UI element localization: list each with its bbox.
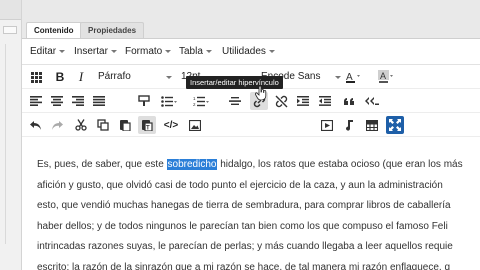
menu-formato[interactable]: Formato (125, 46, 172, 57)
rich-text-editor: Editar Insertar Formato Tabla Utilidades… (22, 38, 480, 270)
code-icon[interactable]: </> (162, 116, 180, 134)
menu-insertar-label: Insertar (74, 46, 108, 57)
svg-text:2: 2 (193, 102, 196, 107)
menu-tabla-label: Tabla (179, 46, 203, 57)
cut-icon[interactable] (72, 116, 90, 134)
chevron-down-icon (335, 76, 341, 79)
svg-text:A: A (380, 71, 386, 81)
tab-contenido[interactable]: Contenido (26, 22, 82, 38)
text-run: hidalgo, los ratos que estaba ocioso (qu… (217, 159, 463, 170)
content-line: intrincadas razones suyas, le parecían d… (37, 241, 453, 252)
bullet-list-icon[interactable] (160, 92, 178, 110)
indent-icon[interactable] (294, 92, 312, 110)
content-line: Es, pues, de saber, que este sobredicho … (37, 155, 480, 176)
highlight-color-icon[interactable]: A (377, 68, 395, 86)
align-left-icon[interactable] (27, 92, 45, 110)
chevron-down-icon (165, 49, 172, 53)
content-line: escrito: la razón de la sinrazón que a m… (37, 261, 451, 270)
paste-icon[interactable] (116, 116, 134, 134)
left-panel-header (0, 0, 21, 20)
chevron-down-icon (205, 49, 212, 53)
align-justify-icon[interactable] (90, 92, 108, 110)
menu-tabla[interactable]: Tabla (179, 46, 212, 57)
media-icon[interactable] (318, 116, 336, 134)
content-line: esto, que vendió muchas hanegas de tierr… (37, 200, 451, 211)
menu-utilidades[interactable]: Utilidades (222, 46, 275, 57)
image-icon[interactable] (186, 116, 204, 134)
music-icon[interactable] (340, 116, 358, 134)
toolbar-row-insert: T </> (22, 113, 480, 137)
numbered-list-icon[interactable]: 12 (192, 92, 210, 110)
editor-content-area[interactable]: Es, pues, de saber, que este sobredicho … (37, 155, 480, 270)
content-line: haber dellos; y de todos ningunos le par… (37, 220, 448, 232)
table-icon[interactable] (363, 116, 381, 134)
left-panel-strip (0, 0, 22, 270)
chevron-down-icon (110, 49, 117, 53)
svg-text:1: 1 (193, 96, 196, 101)
paragraph-format-value: Párrafo (98, 71, 131, 82)
tab-bar: Contenido Propiedades (22, 20, 480, 38)
italic-icon[interactable]: I (72, 68, 90, 86)
tab-propiedades[interactable]: Propiedades (80, 22, 145, 38)
align-right-icon[interactable] (69, 92, 87, 110)
fullscreen-icon[interactable] (386, 116, 404, 134)
outdent-icon[interactable] (316, 92, 334, 110)
content-line: afición y gusto, que olvidó casi de todo… (37, 179, 443, 191)
undo-icon[interactable] (27, 116, 45, 134)
chevron-down-icon (268, 49, 275, 53)
menu-formato-label: Formato (125, 46, 163, 57)
format-painter-icon[interactable] (135, 92, 153, 110)
align-center-icon[interactable] (48, 92, 66, 110)
svg-text:T: T (146, 126, 150, 132)
text-run: Es, pues, de saber, que este (37, 159, 167, 170)
paragraph-format-dropdown[interactable]: Párrafo (98, 71, 173, 82)
link-tooltip: Insertar/editar hipervínculo (186, 76, 283, 89)
copy-icon[interactable] (94, 116, 112, 134)
paste-text-icon[interactable]: T (138, 116, 156, 134)
chevron-down-icon (166, 76, 172, 79)
chevron-down-icon (59, 49, 66, 53)
left-panel-control[interactable] (3, 26, 17, 34)
editor-menubar: Editar Insertar Formato Tabla Utilidades (22, 39, 480, 65)
quote-icon[interactable] (363, 92, 381, 110)
redo-icon[interactable] (48, 116, 66, 134)
horizontal-rule-icon[interactable] (226, 92, 244, 110)
text-color-icon[interactable]: A (344, 68, 362, 86)
menu-utilidades-label: Utilidades (222, 46, 266, 57)
menu-editar-label: Editar (30, 46, 57, 57)
hand-cursor-icon (254, 85, 267, 101)
unlink-icon[interactable] (272, 92, 290, 110)
source-grid-icon[interactable] (27, 68, 45, 86)
toolbar-row-paragraph: 12 (22, 89, 480, 113)
bold-icon[interactable]: B (51, 68, 69, 86)
menu-insertar[interactable]: Insertar (74, 46, 117, 57)
left-panel-divider (5, 44, 14, 244)
menu-editar[interactable]: Editar (30, 46, 66, 57)
selected-text: sobredicho (166, 159, 218, 170)
blockquote-icon[interactable] (341, 92, 359, 110)
